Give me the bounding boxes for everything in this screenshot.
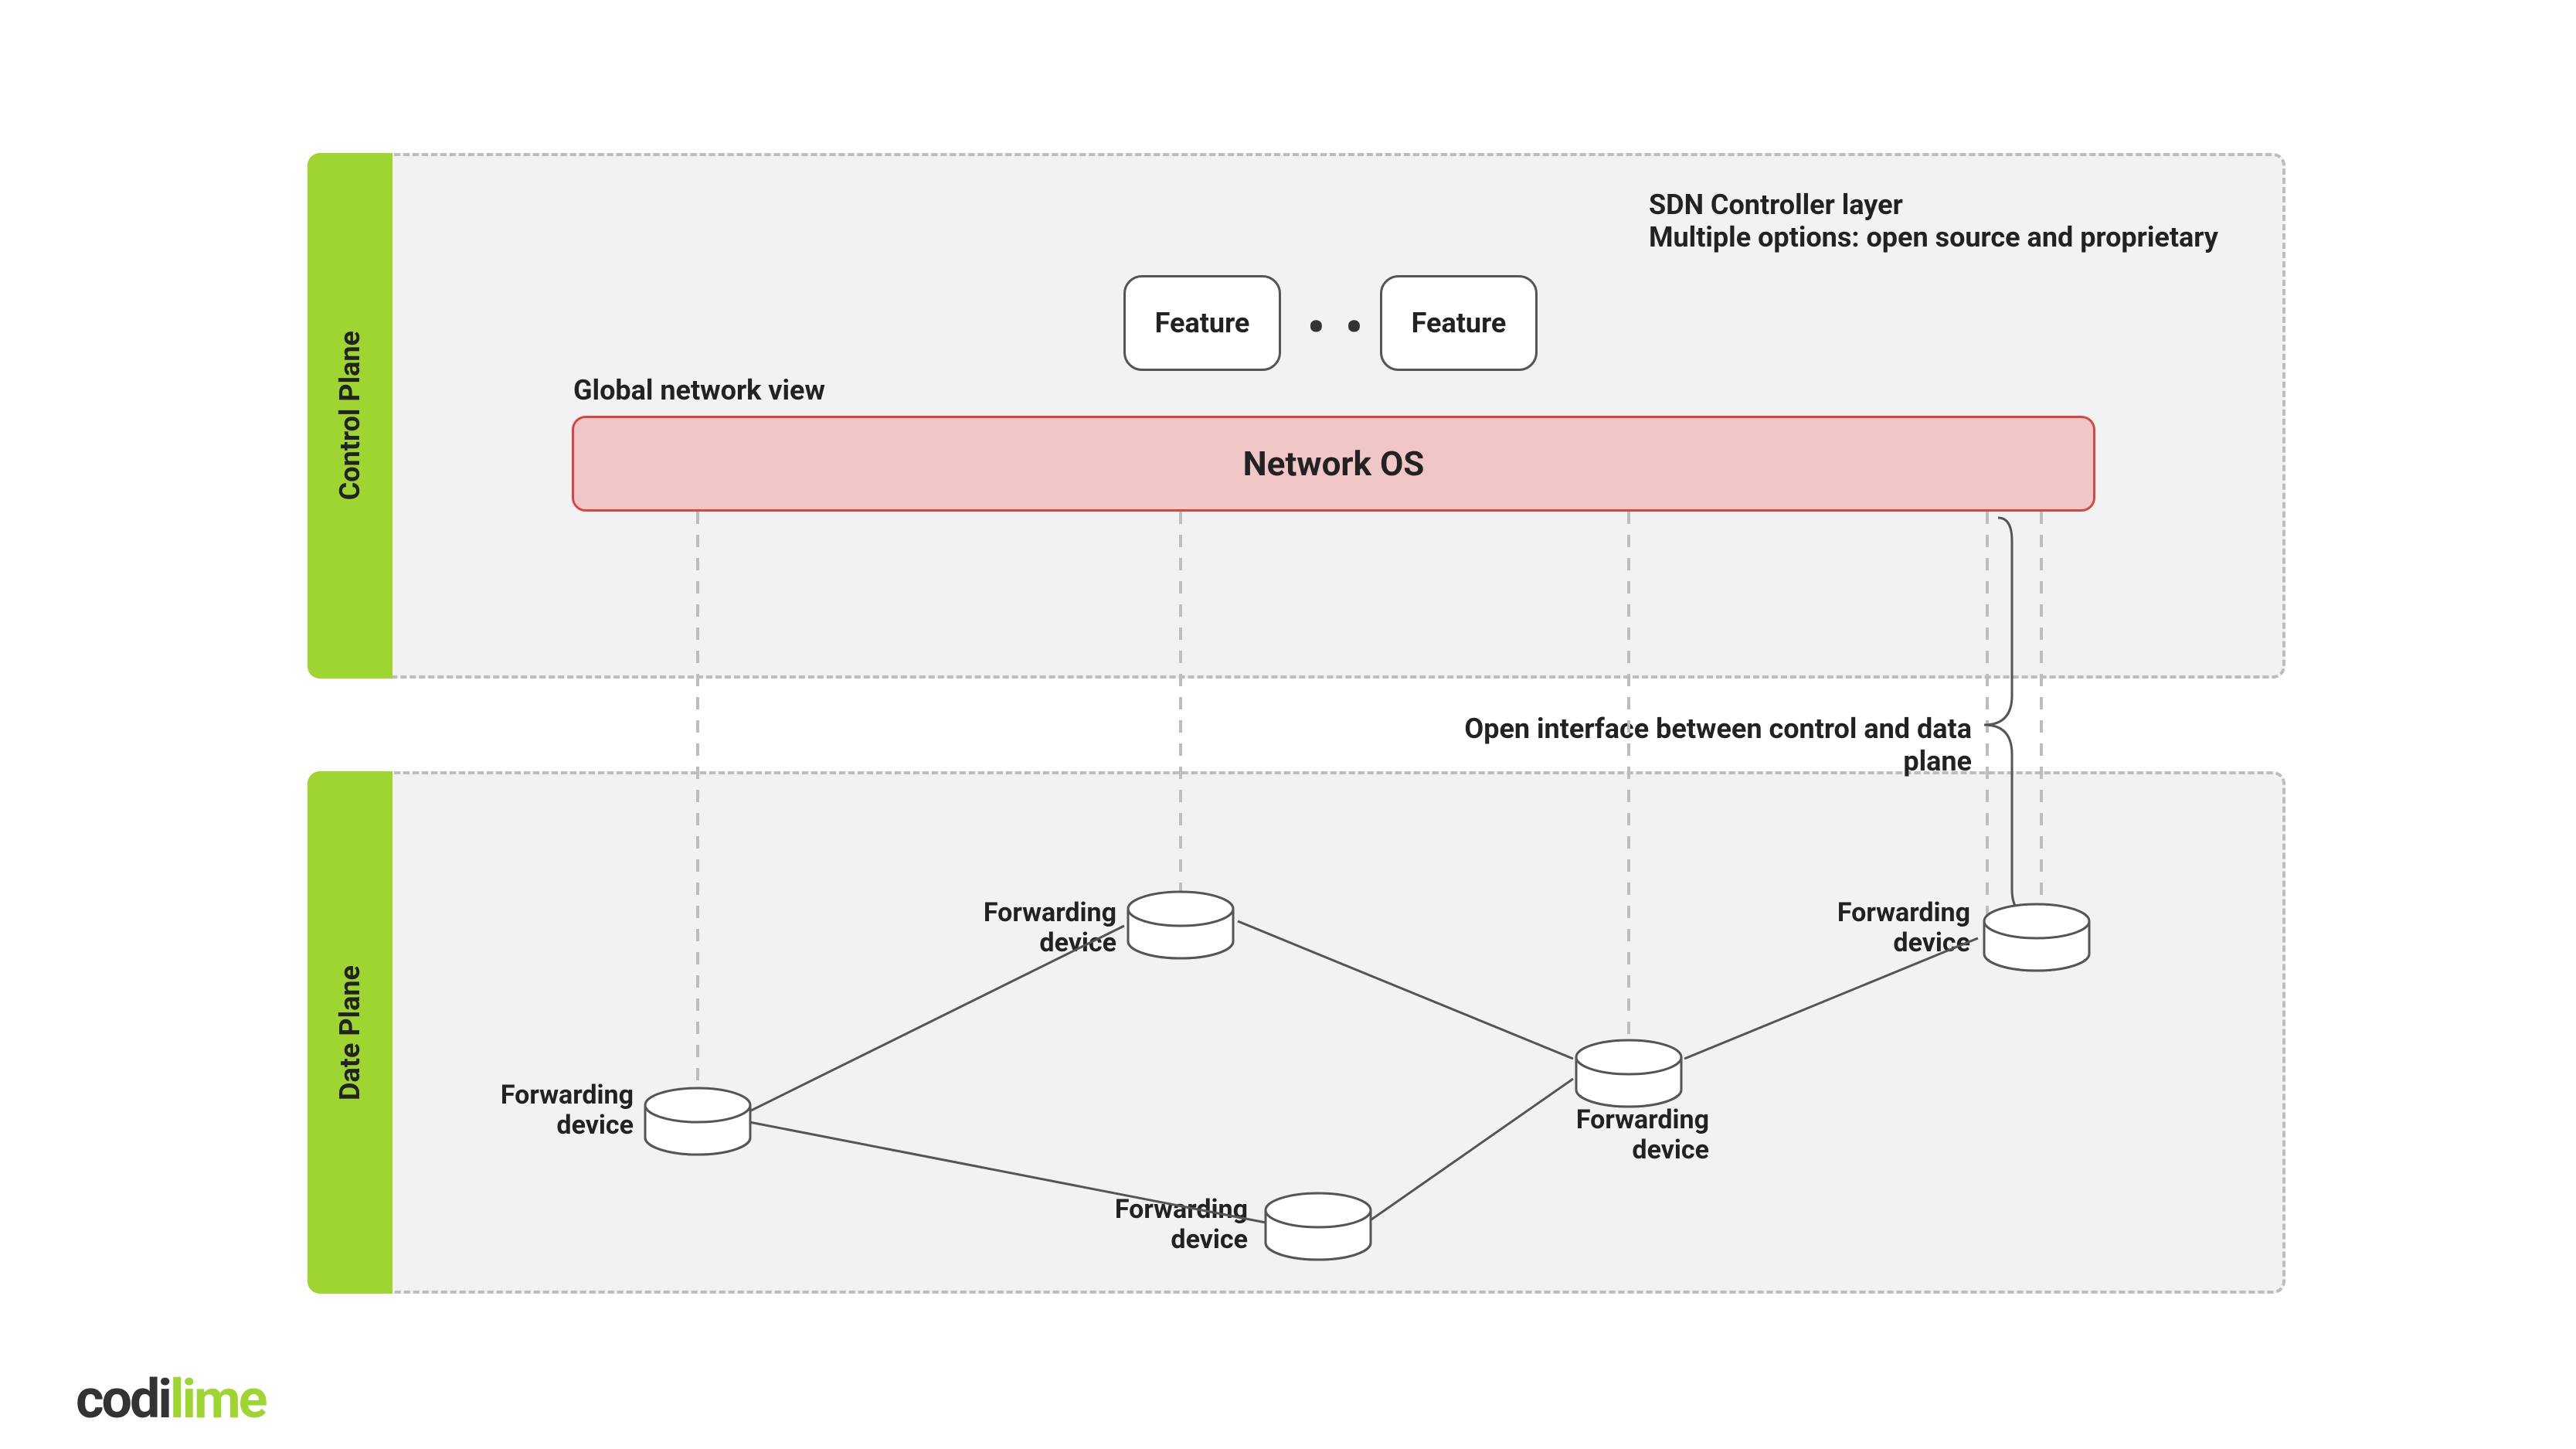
fd-label-4: Forwarding device — [1539, 1105, 1709, 1165]
fd-label-1: Forwarding device — [464, 1080, 634, 1141]
control-plane-label: Control Plane — [334, 331, 366, 500]
open-interface-label: Open interface between control and data … — [1415, 713, 1972, 777]
network-os-box: Network OS — [572, 416, 2095, 512]
fd-label-2: Forwarding device — [946, 898, 1116, 958]
feature-box-a: Feature — [1123, 275, 1281, 371]
fd-label-5: Forwarding device — [1800, 898, 1970, 958]
sdn-architecture-diagram: Control Plane Date Plane Feature • • • F… — [0, 0, 2576, 1449]
sdn-annotation-line2: Multiple options: open source and propri… — [1649, 221, 2282, 253]
sdn-annotation-line1: SDN Controller layer — [1649, 189, 2282, 221]
fd-label-3: Forwarding device — [1078, 1195, 1248, 1255]
data-plane-container: Date Plane — [308, 771, 2285, 1294]
data-plane-label: Date Plane — [334, 965, 366, 1100]
data-plane-tab: Date Plane — [308, 771, 393, 1294]
global-network-view-label: Global network view — [573, 374, 825, 406]
logo-part2: lime — [170, 1368, 266, 1431]
sdn-annotation: SDN Controller layer Multiple options: o… — [1649, 189, 2282, 253]
codilime-logo: codilime — [76, 1368, 265, 1431]
control-plane-tab: Control Plane — [308, 153, 393, 679]
logo-part1: codi — [76, 1368, 170, 1431]
feature-box-b: Feature — [1380, 275, 1538, 371]
